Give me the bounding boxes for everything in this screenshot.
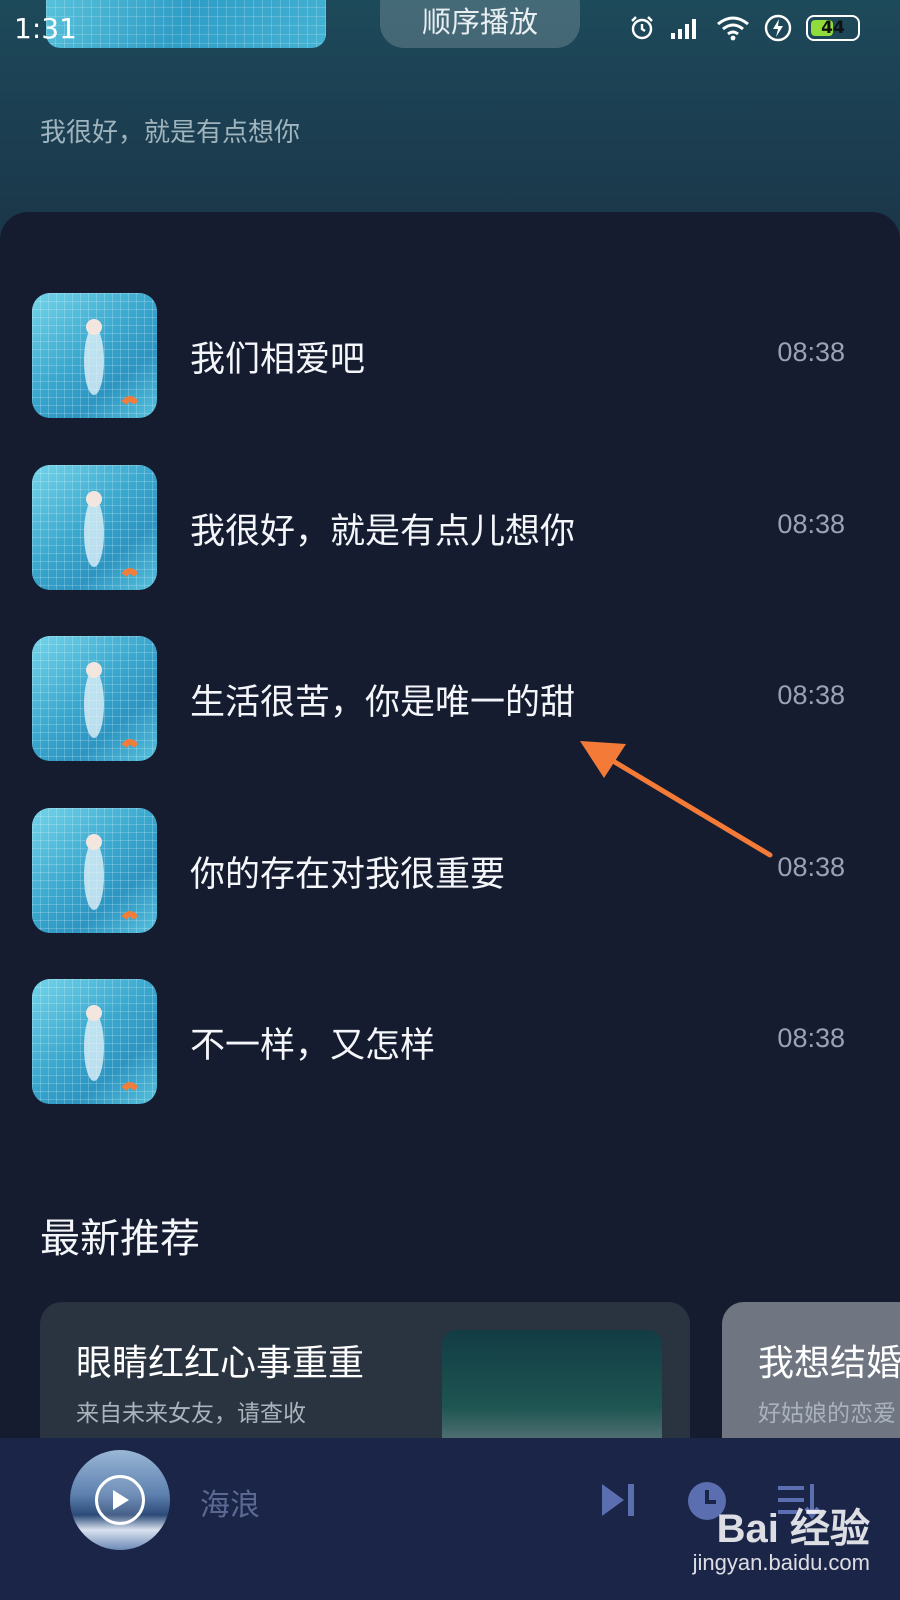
song-title: 不一样，又怎样 bbox=[190, 1026, 436, 1066]
play-icon[interactable] bbox=[95, 1475, 145, 1525]
song-title: 我们相爱吧 bbox=[190, 340, 366, 380]
recommend-card-subtitle: 来自未来女友，请查收 bbox=[76, 1401, 306, 1427]
song-duration: 08:38 bbox=[777, 852, 845, 882]
wifi-icon bbox=[717, 16, 749, 41]
song-row[interactable]: 生活很苦，你是唯一的甜 08:38 bbox=[0, 636, 900, 762]
song-duration: 08:38 bbox=[777, 337, 845, 367]
song-cover bbox=[32, 979, 157, 1104]
status-time: 1:31 bbox=[14, 12, 77, 45]
watermark-url: jingyan.baidu.com bbox=[692, 1550, 870, 1575]
header-subtitle: 我很好，就是有点想你 bbox=[40, 118, 301, 148]
song-cover bbox=[32, 636, 157, 761]
song-row[interactable]: 我们相爱吧 08:38 bbox=[0, 293, 900, 419]
baidu-jingyan-watermark: Bai 经验 jingyan.baidu.com bbox=[650, 1496, 870, 1596]
song-cover bbox=[32, 808, 157, 933]
song-title: 我很好，就是有点儿想你 bbox=[190, 512, 576, 552]
next-icon[interactable] bbox=[598, 1480, 638, 1520]
status-bar: 1:31 44 bbox=[0, 0, 900, 60]
song-title: 生活很苦，你是唯一的甜 bbox=[190, 683, 576, 723]
player-album-art[interactable] bbox=[70, 1450, 170, 1550]
watermark-logo: Bai 经验 bbox=[716, 1507, 870, 1551]
player-song-title: 海浪 bbox=[200, 1488, 260, 1523]
song-cover bbox=[32, 465, 157, 590]
song-title: 你的存在对我很重要 bbox=[190, 855, 506, 895]
song-duration: 08:38 bbox=[777, 680, 845, 710]
alarm-icon bbox=[631, 16, 653, 40]
song-cover bbox=[32, 293, 157, 418]
song-duration: 08:38 bbox=[777, 509, 845, 539]
status-icons: 44 bbox=[628, 14, 860, 42]
recommend-card-subtitle: 好姑娘的恋爱 bbox=[758, 1401, 896, 1427]
battery-icon: 44 bbox=[806, 15, 860, 41]
song-duration: 08:38 bbox=[777, 1023, 845, 1053]
signal-icon bbox=[671, 19, 696, 39]
song-row[interactable]: 我很好，就是有点儿想你 08:38 bbox=[0, 465, 900, 591]
recommend-card-title: 眼睛红红心事重重 bbox=[76, 1343, 365, 1384]
charging-icon bbox=[764, 14, 792, 42]
battery-level: 44 bbox=[821, 18, 845, 38]
song-row[interactable]: 不一样，又怎样 08:38 bbox=[0, 979, 900, 1105]
section-title: 最新推荐 bbox=[40, 1216, 200, 1262]
song-row[interactable]: 你的存在对我很重要 08:38 bbox=[0, 808, 900, 934]
recommend-card-title: 我想结婚 bbox=[758, 1343, 900, 1384]
